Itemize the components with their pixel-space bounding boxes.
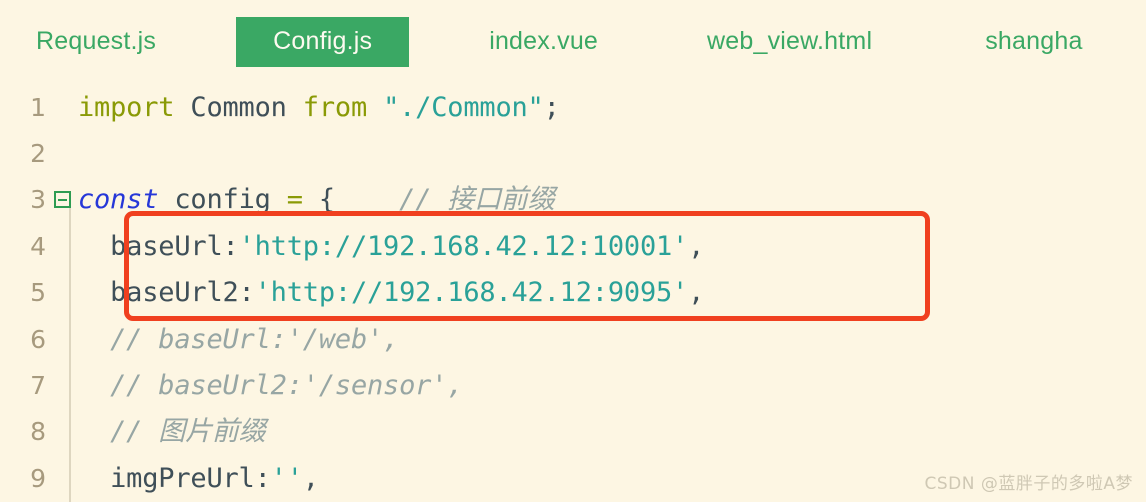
code-editor[interactable]: 1 import Common from "./Common"; 2 3 const c… (0, 84, 1146, 502)
tab-index-vue[interactable]: index.vue (465, 17, 622, 67)
code-line[interactable]: 7 // baseUrl2:'/sensor', (0, 362, 1146, 408)
code-token-comment: // 接口前缀 (334, 184, 555, 216)
code-token-string: 'http://192.168.42.12:9095' (254, 277, 689, 309)
code-token-punctuation: , (688, 230, 705, 262)
code-line-content[interactable]: // baseUrl:'/web', (78, 326, 399, 353)
code-token-comment: // baseUrl:'/web', (78, 323, 400, 355)
code-token-keyword2: import (78, 91, 191, 123)
line-number: 8 (30, 417, 46, 447)
tab-config-js[interactable]: Config.js (236, 17, 410, 67)
code-token-keyword2: from (302, 91, 384, 123)
code-token-string: 'http://192.168.42.12:10001' (238, 230, 689, 262)
line-number: 1 (30, 92, 46, 122)
line-number: 2 (30, 139, 46, 169)
code-line-content[interactable]: baseUrl2:'http://192.168.42.12:9095', (78, 279, 704, 306)
editor-screenshot: Request.js Config.js index.vue web_view.htm… (0, 0, 1146, 502)
line-number: 9 (30, 463, 46, 493)
code-token-plain: Common (190, 91, 303, 123)
code-token-plain: baseUrl2: (78, 277, 255, 309)
code-token-comment: // 图片前缀 (78, 416, 266, 448)
code-token-plain: config (174, 184, 287, 216)
code-line[interactable]: 1 import Common from "./Common"; (0, 84, 1146, 130)
code-line[interactable]: 5 baseUrl2:'http://192.168.42.12:9095', (0, 270, 1146, 316)
line-number: 7 (30, 371, 46, 401)
code-line[interactable]: 8 // 图片前缀 (0, 409, 1146, 455)
code-token-punctuation: ; (543, 91, 560, 123)
code-line-content[interactable]: baseUrl:'http://192.168.42.12:10001', (78, 233, 704, 260)
code-token-plain: baseUrl: (78, 230, 239, 262)
watermark-label: CSDN @蓝胖子的多啦A梦 (924, 474, 1133, 494)
line-number: 3 (30, 185, 46, 215)
line-number: 6 (30, 324, 46, 354)
code-line-content[interactable]: // 图片前缀 (78, 416, 266, 448)
code-line-content[interactable]: import Common from "./Common"; (78, 94, 560, 121)
tab-request-js[interactable]: Request.js (12, 17, 180, 67)
editor-tab-bar: Request.js Config.js index.vue web_view.htm… (0, 0, 1146, 84)
tab-web-view-html[interactable]: web_view.html (683, 17, 896, 67)
code-token-string: "./Common" (383, 91, 544, 123)
line-number: 4 (30, 231, 46, 261)
code-token-comment: // baseUrl2:'/sensor', (78, 370, 464, 402)
code-line[interactable]: 4 baseUrl:'http://192.168.42.12:10001', (0, 223, 1146, 269)
code-line[interactable]: 3 const config = { // 接口前缀 (0, 177, 1146, 223)
code-token-string: '' (270, 462, 303, 494)
code-token-punctuation: , (688, 277, 705, 309)
tab-shangha[interactable]: shangha (961, 17, 1106, 67)
code-token-plain: imgPreUrl: (78, 462, 271, 494)
collapse-fold-icon[interactable] (53, 191, 71, 209)
code-line[interactable]: 2 (0, 130, 1146, 176)
fold-gutter-cell[interactable] (46, 191, 78, 209)
code-line[interactable]: 6 // baseUrl:'/web', (0, 316, 1146, 362)
line-number: 5 (30, 278, 46, 308)
code-token-operator: = (286, 184, 319, 216)
code-line-content[interactable]: // baseUrl2:'/sensor', (78, 372, 463, 399)
code-token-punctuation: , (302, 462, 319, 494)
code-token-keyword: const (78, 184, 175, 216)
code-token-punctuation: { (318, 184, 335, 216)
code-line-content[interactable]: const config = { // 接口前缀 (78, 186, 555, 213)
code-line-content[interactable]: imgPreUrl:'', (78, 465, 319, 492)
